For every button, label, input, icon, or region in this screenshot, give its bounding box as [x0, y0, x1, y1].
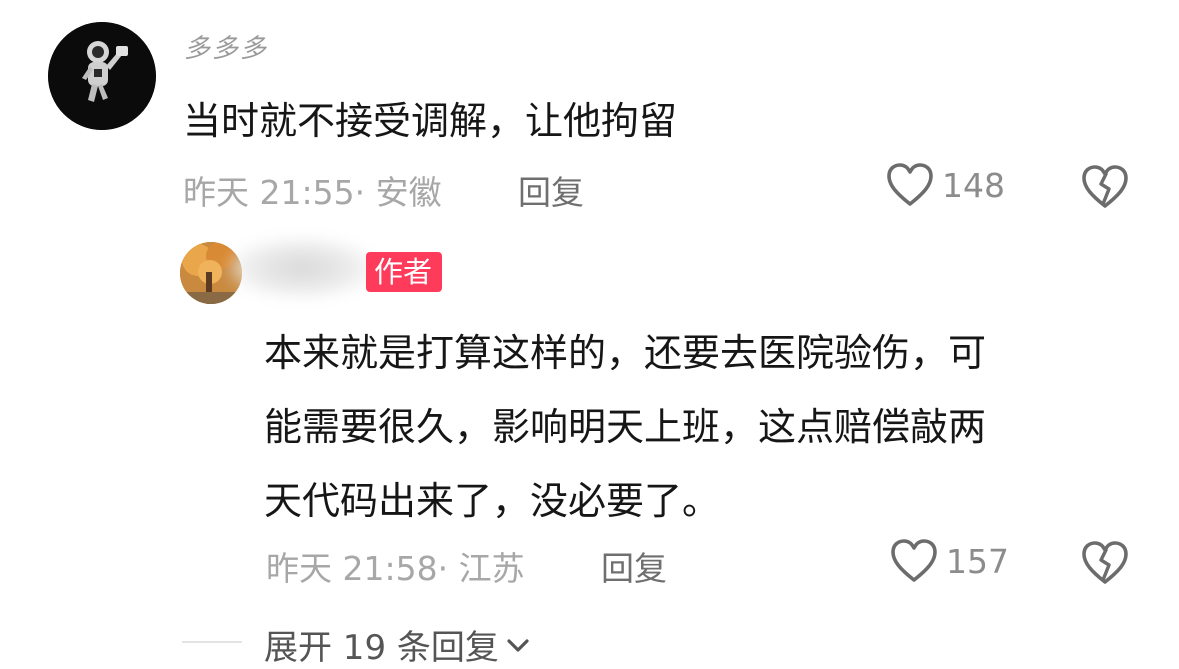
- commenter-username[interactable]: 多多多: [184, 28, 268, 65]
- comment-dislike-button[interactable]: [1081, 164, 1129, 210]
- reply-meta: 昨天 21:58· 江苏: [266, 542, 525, 590]
- comment-time: 昨天 21:55: [183, 173, 355, 212]
- reply-text-line: 本来就是打算这样的，还要去医院验伤，可: [264, 331, 987, 375]
- reply-text: 本来就是打算这样的，还要去医院验伤，可 能需要很久，影响明天上班，这点赔偿敲两 …: [264, 316, 1124, 538]
- comment-meta: 昨天 21:55· 安徽: [183, 166, 442, 214]
- reply-like-button[interactable]: 157: [890, 538, 1009, 584]
- reply-location: · 江苏: [437, 549, 525, 588]
- chevron-down-icon: [505, 635, 531, 655]
- comment-like-count: 148: [942, 165, 1005, 205]
- expand-divider: [182, 641, 242, 643]
- heart-outline-icon: [890, 538, 938, 584]
- commenter-avatar[interactable]: [48, 22, 156, 130]
- broken-heart-icon: [1081, 540, 1129, 586]
- reply-text-line: 天代码出来了，没必要了。: [264, 479, 721, 523]
- comment-reply-button[interactable]: 回复: [518, 166, 584, 214]
- author-name-blurred: [226, 236, 378, 300]
- expand-replies-label: 展开 19 条回复: [264, 628, 499, 668]
- reply-reply-button[interactable]: 回复: [601, 542, 667, 590]
- expand-replies-button[interactable]: 展开 19 条回复: [264, 620, 531, 669]
- astronaut-avatar-icon: [48, 22, 156, 130]
- reply-time: 昨天 21:58: [266, 549, 438, 588]
- reply-dislike-button[interactable]: [1081, 540, 1129, 586]
- author-badge: 作者: [366, 252, 443, 292]
- reply-like-count: 157: [946, 541, 1009, 581]
- reply-text-line: 能需要很久，影响明天上班，这点赔偿敲两: [264, 405, 987, 449]
- heart-outline-icon: [886, 162, 934, 208]
- comment-location: · 安徽: [354, 173, 442, 212]
- comment-like-button[interactable]: 148: [886, 162, 1005, 208]
- broken-heart-icon: [1081, 164, 1129, 210]
- comment-text: 当时就不接受调解，让他拘留: [183, 99, 678, 143]
